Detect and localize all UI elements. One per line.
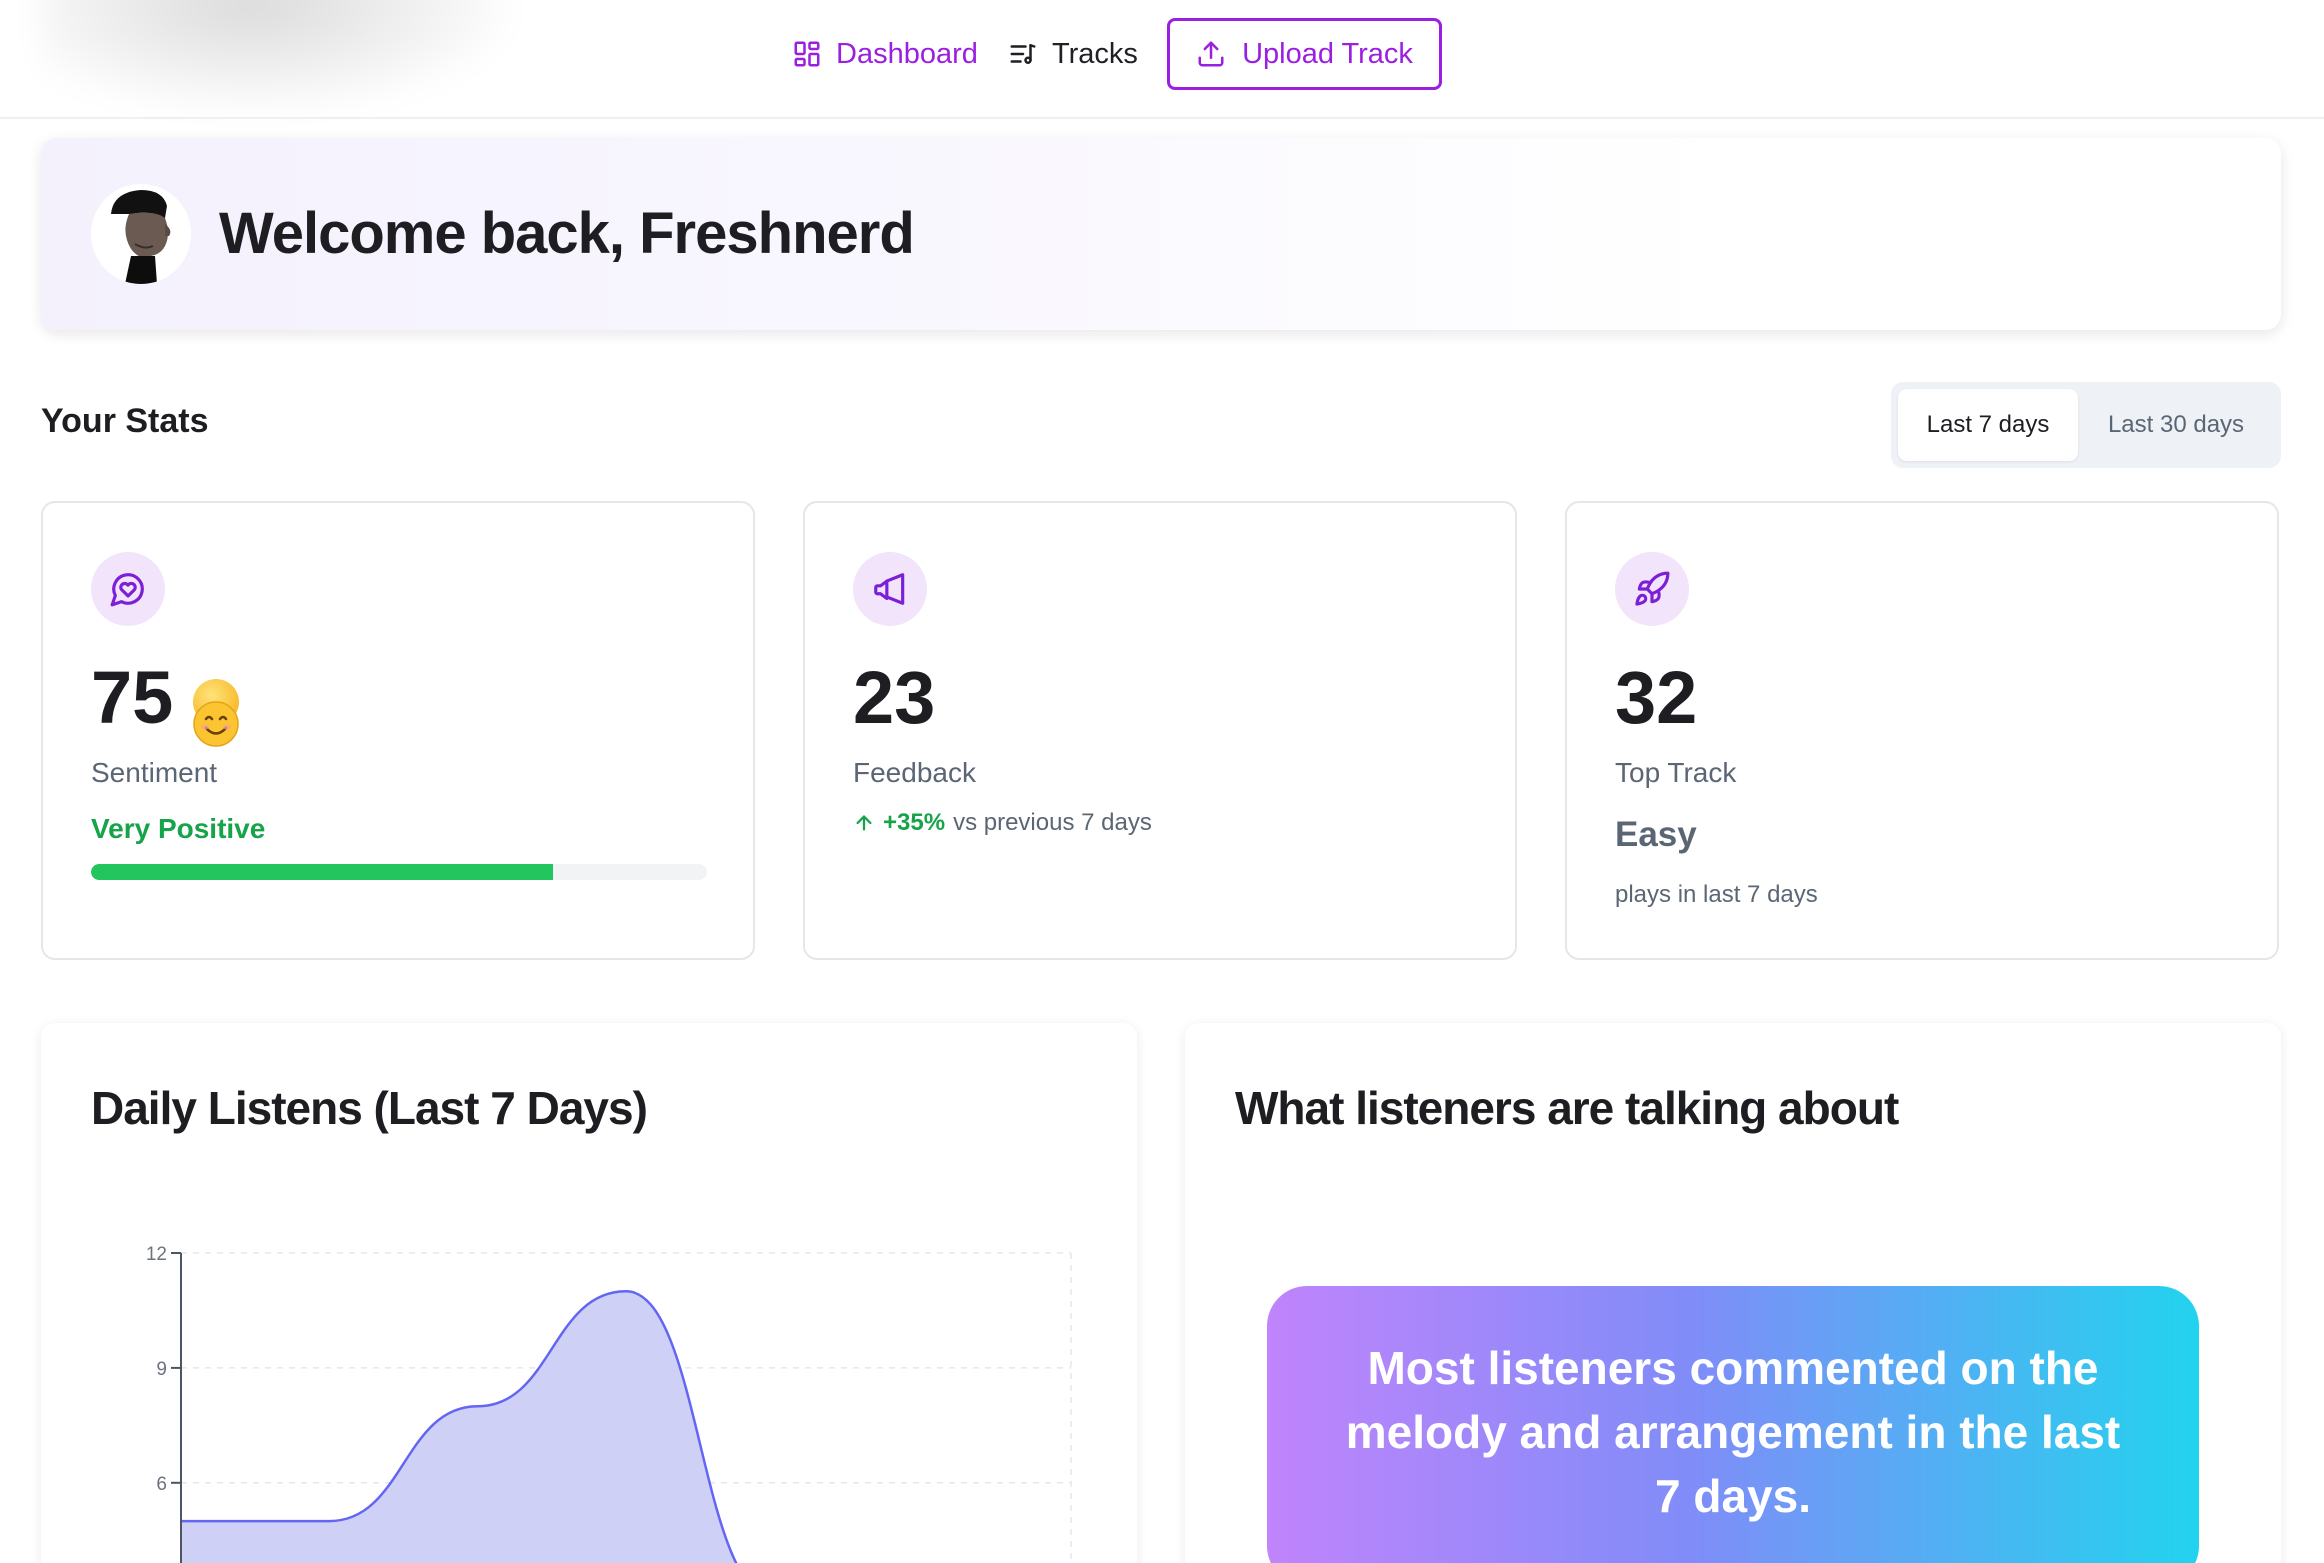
feedback-value: 23 bbox=[853, 656, 936, 739]
daily-listens-panel: Daily Listens (Last 7 Days) 6 9 12 bbox=[41, 1023, 1137, 1563]
sentiment-label: Sentiment bbox=[91, 757, 218, 788]
nav-dashboard[interactable]: Dashboard bbox=[792, 30, 978, 78]
range-option-last-7-days[interactable]: Last 7 days bbox=[1898, 389, 2078, 461]
listener-talk-title: What listeners are talking about bbox=[1235, 1082, 1899, 1134]
sentiment-card: 75 Sentiment Very Positive bbox=[41, 501, 755, 960]
heart-chat-icon bbox=[91, 552, 165, 626]
top-navigation: Dashboard Tracks Upload Track bbox=[0, 0, 2324, 119]
upload-track-label: Upload Track bbox=[1242, 37, 1413, 70]
avatar bbox=[91, 184, 191, 284]
chart-y-tick-label: 12 bbox=[146, 1244, 167, 1265]
top-track-value: 32 bbox=[1615, 656, 1698, 739]
listener-talk-panel: What listeners are talking about Most li… bbox=[1185, 1023, 2281, 1563]
sentiment-progress-fill bbox=[91, 864, 553, 880]
welcome-title: Welcome back, Freshnerd bbox=[219, 201, 915, 266]
welcome-banner: Welcome back, Freshnerd bbox=[41, 138, 2281, 330]
top-track-label: Top Track bbox=[1615, 757, 1737, 788]
nav-dashboard-label: Dashboard bbox=[836, 37, 978, 70]
feedback-change-value: +35% bbox=[883, 809, 946, 836]
daily-listens-chart: 6 9 12 bbox=[146, 1244, 1072, 1563]
feedback-change: +35% vs previous 7 days bbox=[853, 809, 1152, 837]
listener-talk-summary: Most listeners commented on the melody a… bbox=[1267, 1286, 2199, 1563]
app-logo[interactable] bbox=[40, 0, 510, 110]
top-track-subtext: plays in last 7 days bbox=[1615, 881, 1818, 908]
sentiment-value: 75 bbox=[91, 656, 174, 739]
feedback-change-suffix: vs previous 7 days bbox=[953, 809, 1152, 836]
date-range-toggle: Last 7 days Last 30 days bbox=[1891, 382, 2281, 468]
rocket-icon bbox=[1615, 552, 1689, 626]
stats-title: Your Stats bbox=[41, 402, 209, 440]
dashboard-grid-icon bbox=[794, 41, 820, 67]
music-list-icon bbox=[1010, 44, 1036, 64]
megaphone-icon bbox=[853, 552, 927, 626]
sentiment-progress-bar bbox=[91, 864, 707, 880]
top-track-card: 32 Top Track Easy plays in last 7 days bbox=[1565, 501, 2279, 960]
top-track-name[interactable]: Easy bbox=[1615, 815, 1697, 855]
arrow-up-icon bbox=[856, 815, 872, 831]
chart-y-tick-label: 9 bbox=[156, 1359, 167, 1380]
smiling-face-icon bbox=[193, 678, 240, 747]
chart-y-tick-label: 6 bbox=[156, 1474, 167, 1495]
nav-tracks[interactable]: Tracks bbox=[1008, 30, 1138, 78]
sentiment-rating: Very Positive bbox=[91, 813, 266, 844]
feedback-label: Feedback bbox=[853, 757, 976, 788]
upload-icon bbox=[1198, 41, 1224, 67]
nav-tracks-label: Tracks bbox=[1052, 37, 1138, 70]
upload-track-button[interactable]: Upload Track bbox=[1167, 18, 1442, 90]
sentiment-value-row: 75 bbox=[91, 655, 240, 747]
feedback-card: 23 Feedback +35% vs previous 7 days bbox=[803, 501, 1517, 960]
range-option-last-30-days[interactable]: Last 30 days bbox=[2078, 389, 2274, 461]
